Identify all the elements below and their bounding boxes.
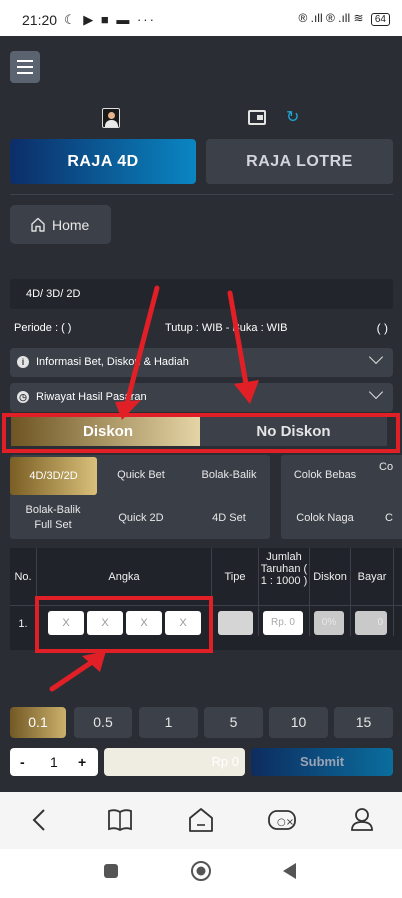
arrow-to-digits	[49, 659, 95, 692]
quantity-plus-button[interactable]: +	[78, 754, 86, 770]
gamepad-icon[interactable]: ○×	[268, 810, 296, 830]
arrowhead	[115, 400, 141, 420]
amount-chip-0-1[interactable]: 0.1	[10, 707, 66, 738]
arrowhead	[234, 380, 259, 404]
back-icon[interactable]	[32, 809, 45, 831]
arrow-to-no-diskon	[227, 290, 249, 387]
home-nav-icon[interactable]	[189, 808, 213, 832]
total-field: Rp 0	[104, 748, 245, 776]
amount-chip-1[interactable]: 1	[139, 707, 198, 738]
svg-text:○×: ○×	[277, 817, 294, 828]
system-nav-bar	[0, 849, 402, 898]
amount-chip-10[interactable]: 10	[269, 707, 328, 738]
profile-icon[interactable]	[351, 808, 373, 831]
quantity-stepper: - 1 +	[10, 748, 98, 776]
browser-nav-icons: ○×	[32, 808, 373, 832]
recents-icon[interactable]	[104, 864, 118, 878]
book-icon[interactable]	[108, 809, 132, 832]
amount-chip-5[interactable]: 5	[204, 707, 263, 738]
submit-button[interactable]: Submit	[251, 748, 393, 776]
quantity-minus-button[interactable]: -	[20, 754, 25, 770]
arrow-to-diskon	[124, 285, 160, 406]
amount-chip-15[interactable]: 15	[334, 707, 393, 738]
quantity-value[interactable]: 1	[50, 754, 58, 770]
system-nav-icons	[104, 861, 296, 881]
back-triangle-icon[interactable]	[283, 863, 296, 879]
amount-chip-0-5[interactable]: 0.5	[74, 707, 132, 738]
browser-nav-bar: ○×	[0, 792, 402, 849]
home-dot	[196, 866, 206, 876]
